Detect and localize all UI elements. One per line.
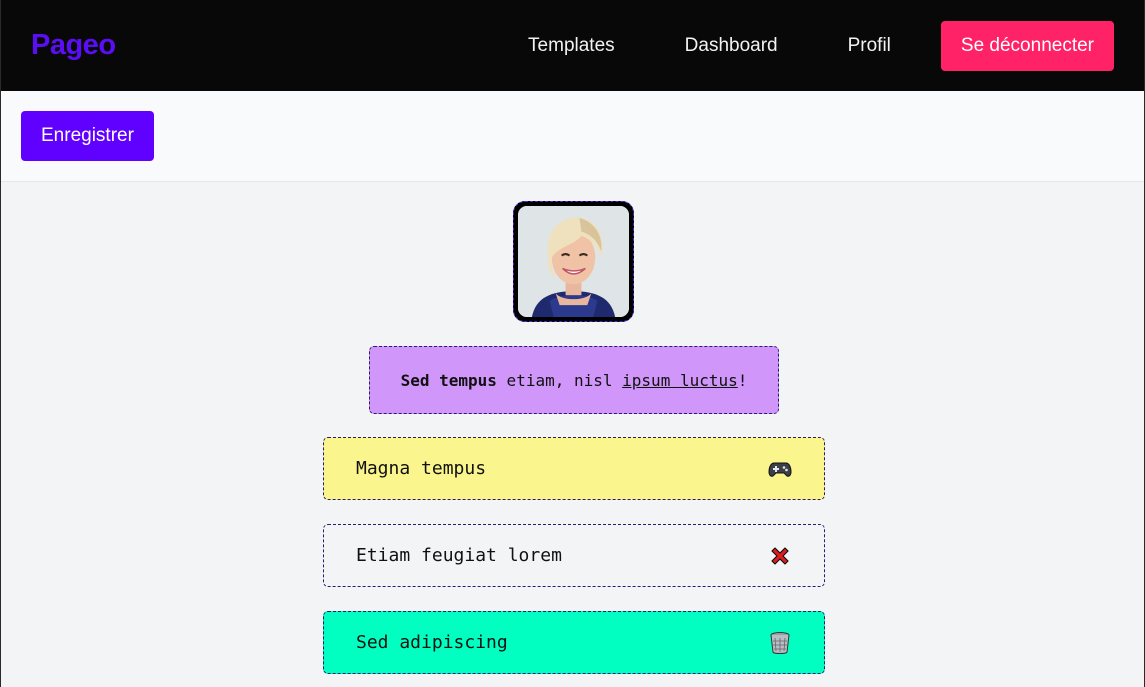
logout-button[interactable]: Se déconnecter bbox=[940, 21, 1114, 71]
wastebasket-icon bbox=[768, 631, 792, 655]
bio-text: etiam, nisl bbox=[496, 370, 623, 390]
bio-bold-text: Sed tempus bbox=[400, 370, 497, 390]
page-preview: Sed tempus etiam, nisl ipsum luctus! Mag… bbox=[1, 182, 1144, 687]
nav-link-templates[interactable]: Templates bbox=[528, 35, 615, 57]
nav-links: Templates Dashboard Profil Se déconnecte… bbox=[528, 21, 1114, 71]
gamepad-icon bbox=[768, 457, 792, 481]
avatar-frame[interactable] bbox=[513, 201, 634, 322]
logo[interactable]: Pageo bbox=[31, 29, 116, 62]
avatar bbox=[518, 206, 629, 317]
toolbar: Enregistrer bbox=[1, 91, 1144, 182]
nav-link-dashboard[interactable]: Dashboard bbox=[685, 35, 778, 57]
bio-end: ! bbox=[737, 370, 748, 390]
cross-mark-icon bbox=[768, 544, 792, 568]
link-card-magna-tempus[interactable]: Magna tempus bbox=[323, 437, 825, 500]
link-card-label: Magna tempus bbox=[356, 458, 487, 479]
top-navbar: Pageo Templates Dashboard Profil Se déco… bbox=[1, 0, 1144, 91]
link-card-sed-adipiscing[interactable]: Sed adipiscing bbox=[323, 611, 825, 674]
bio-link[interactable]: ipsum luctus bbox=[622, 371, 738, 390]
bio-card: Sed tempus etiam, nisl ipsum luctus! bbox=[369, 346, 779, 414]
link-card-label: Etiam feugiat lorem bbox=[356, 545, 562, 566]
nav-link-profil[interactable]: Profil bbox=[848, 35, 891, 57]
link-card-label: Sed adipiscing bbox=[356, 632, 508, 653]
save-button[interactable]: Enregistrer bbox=[21, 111, 154, 161]
link-card-etiam-feugiat-lorem[interactable]: Etiam feugiat lorem bbox=[323, 524, 825, 587]
